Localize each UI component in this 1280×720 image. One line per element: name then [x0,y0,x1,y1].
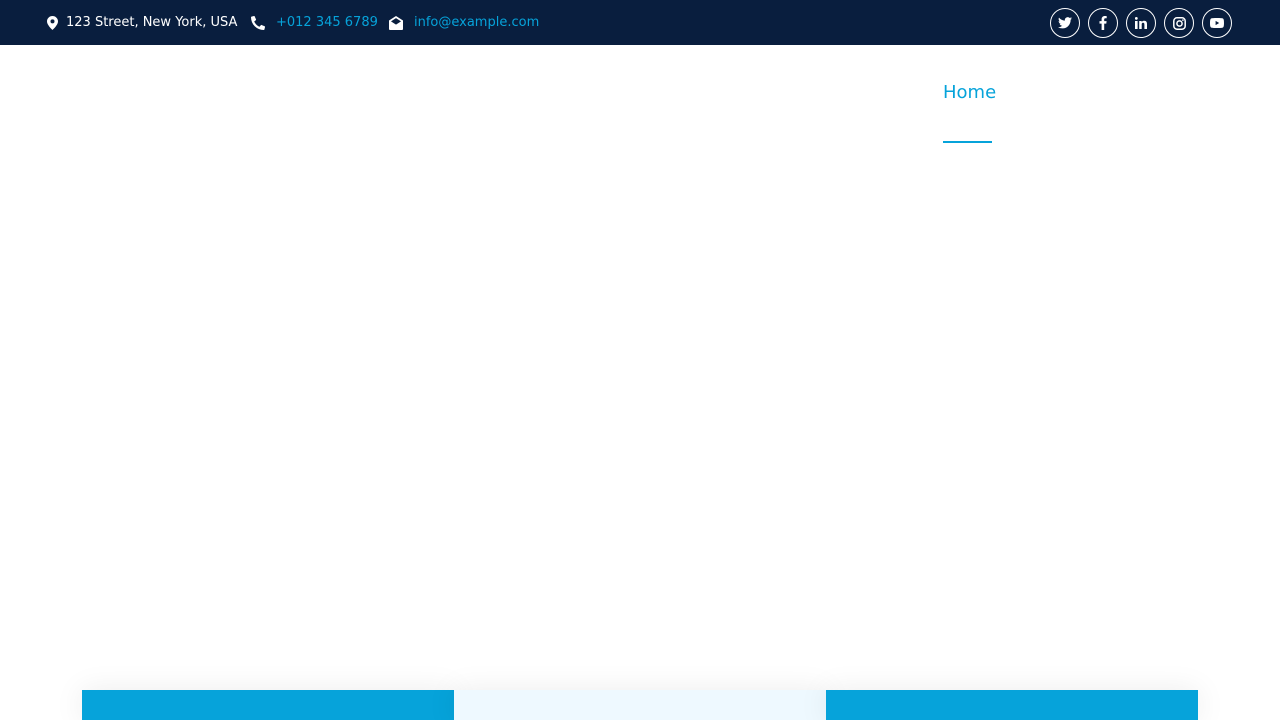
address-info: 123 Street, New York, USA [47,0,237,45]
instagram-icon[interactable] [1164,8,1194,38]
topbar: 123 Street, New York, USA +012 345 6789 … [0,0,1280,45]
feature-card-1 [82,690,454,720]
phone-icon [251,15,265,30]
active-nav-indicator [943,141,992,143]
email-info[interactable]: info@example.com [389,0,539,45]
twitter-icon[interactable] [1050,8,1080,38]
youtube-icon[interactable] [1202,8,1232,38]
linkedin-icon[interactable] [1126,8,1156,38]
feature-card-3 [826,690,1198,720]
envelope-open-icon [389,15,403,30]
map-marker-icon [47,15,58,30]
phone-link[interactable]: +012 345 6789 [276,15,378,30]
feature-card-2 [454,690,826,720]
nav-item-home[interactable]: Home [943,82,996,103]
email-link[interactable]: info@example.com [414,15,539,30]
phone-info[interactable]: +012 345 6789 [251,0,378,45]
facebook-icon[interactable] [1088,8,1118,38]
address-text: 123 Street, New York, USA [66,15,238,30]
